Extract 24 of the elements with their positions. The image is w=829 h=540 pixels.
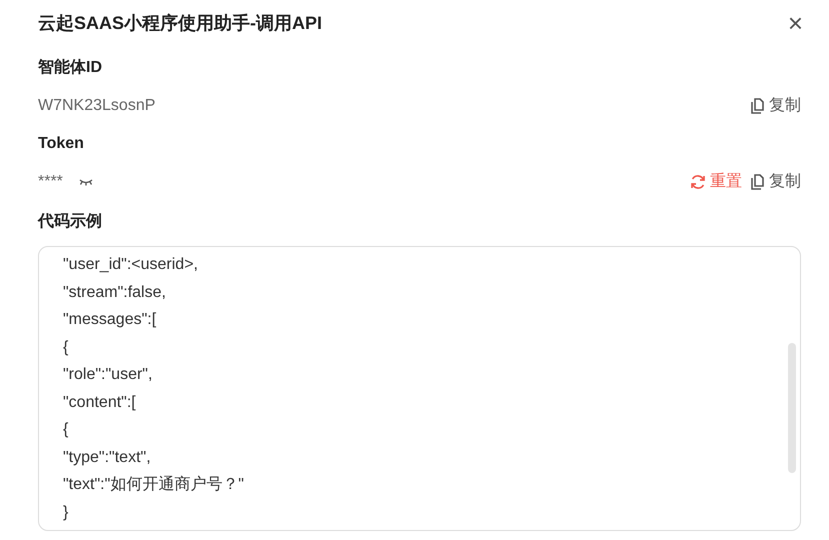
agent-id-value: W7NK23LsosnP: [38, 96, 156, 116]
field-label: Token: [38, 134, 85, 154]
code-line: "messages":[: [63, 310, 158, 330]
scrollbar-thumb[interactable]: [788, 343, 796, 473]
copy-icon: [750, 174, 765, 190]
field-label: 代码示例: [38, 212, 103, 232]
refresh-icon: [690, 174, 706, 190]
field-label: 智能体ID: [38, 58, 103, 78]
code-line: {: [63, 420, 70, 440]
close-button[interactable]: ×: [788, 10, 803, 36]
code-line: }: [63, 502, 70, 522]
code-line: "user_id":<userid>,: [63, 255, 199, 275]
token-value: ****: [38, 172, 63, 192]
code-line: "role":"user",: [63, 365, 154, 385]
dialog-title: 云起SAAS小程序使用助手-调用API: [38, 12, 322, 34]
copy-icon: [750, 98, 765, 114]
code-line: "type":"text",: [63, 448, 152, 468]
copy-button[interactable]: 复制: [750, 170, 801, 194]
code-line: {: [63, 338, 70, 358]
closed-eye-icon[interactable]: [78, 178, 93, 186]
code-line: "content":[: [63, 392, 137, 412]
code-line: "text":"如何开通商户号？": [63, 474, 245, 495]
code-line: "stream":false,: [63, 282, 167, 302]
copy-button[interactable]: 复制: [750, 94, 801, 118]
